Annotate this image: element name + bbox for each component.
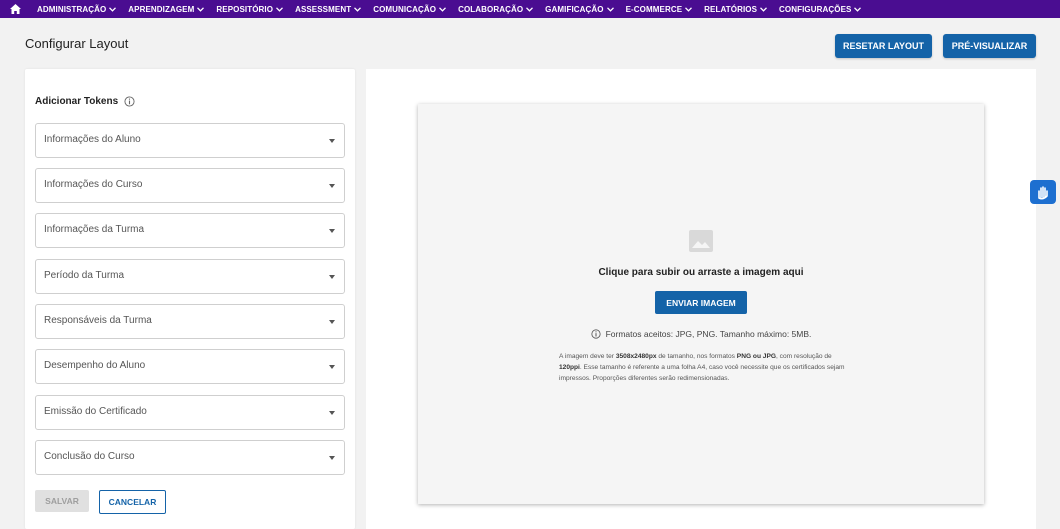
upload-image-button[interactable]: ENVIAR IMAGEM: [655, 291, 747, 314]
image-dropzone[interactable]: Clique para subir ou arraste a imagem aq…: [418, 104, 984, 504]
dropdown-caret-icon: [329, 275, 335, 279]
chevron-down-icon: [439, 6, 447, 12]
dropdown-caret-icon: [329, 365, 335, 369]
home-icon[interactable]: [10, 2, 24, 16]
nav-item-relatorios[interactable]: RELATÓRIOS: [704, 5, 767, 14]
dropdown-caret-icon: [329, 456, 335, 460]
dropzone-title: Clique para subir ou arraste a imagem aq…: [598, 267, 804, 278]
nav-item-assessment[interactable]: ASSESSMENT: [295, 5, 362, 14]
page-title: Configurar Layout: [25, 36, 129, 51]
select-responsaveis-da-turma[interactable]: Responsáveis da Turma: [35, 304, 345, 339]
nav-item-administracao[interactable]: ADMINISTRAÇÃO: [37, 5, 117, 14]
select-informacoes-do-aluno[interactable]: Informações do Aluno: [35, 123, 345, 158]
nav-item-configuracoes[interactable]: CONFIGURAÇÕES: [779, 5, 862, 14]
select-emissao-do-certificado[interactable]: Emissão do Certificado: [35, 395, 345, 430]
reset-layout-button[interactable]: RESETAR LAYOUT: [835, 34, 932, 58]
dropdown-caret-icon: [329, 229, 335, 233]
chevron-down-icon: [606, 6, 614, 12]
info-icon[interactable]: [124, 96, 135, 107]
nav-item-aprendizagem[interactable]: APRENDIZAGEM: [128, 5, 205, 14]
select-conclusao-do-curso[interactable]: Conclusão do Curso: [35, 440, 345, 475]
chevron-down-icon: [354, 6, 362, 12]
preview-panel: Clique para subir ou arraste a imagem aq…: [366, 69, 1036, 529]
chevron-down-icon: [276, 6, 284, 12]
dropdown-caret-icon: [329, 139, 335, 143]
nav-item-comunicacao[interactable]: COMUNICAÇÃO: [373, 5, 447, 14]
chevron-down-icon: [760, 6, 767, 12]
chevron-down-icon: [197, 6, 205, 12]
select-desempenho-do-aluno[interactable]: Desempenho do Aluno: [35, 349, 345, 384]
accepted-formats: Formatos aceitos: JPG, PNG. Tamanho máxi…: [418, 329, 984, 339]
save-button[interactable]: SALVAR: [35, 490, 89, 512]
info-icon: [591, 329, 601, 339]
tokens-title: Adicionar Tokens: [35, 96, 135, 107]
nav-item-colaboracao[interactable]: COLABORAÇÃO: [458, 5, 534, 14]
chevron-down-icon: [685, 6, 693, 12]
chevron-down-icon: [109, 6, 117, 12]
dropdown-caret-icon: [329, 320, 335, 324]
cancel-button[interactable]: CANCELAR: [99, 490, 166, 514]
select-periodo-da-turma[interactable]: Período da Turma: [35, 259, 345, 294]
chevron-down-icon: [854, 6, 862, 12]
image-requirements-note: A imagem deve ter 3508x2480px de tamanho…: [559, 353, 845, 382]
select-informacoes-do-curso[interactable]: Informações do Curso: [35, 168, 345, 203]
nav-item-repositorio[interactable]: REPOSITÓRIO: [216, 5, 284, 14]
tokens-panel: Adicionar Tokens Informações do Aluno In…: [25, 69, 355, 529]
nav-item-e-commerce[interactable]: E-COMMERCE: [626, 5, 693, 14]
nav-item-gamificacao[interactable]: GAMIFICAÇÃO: [545, 5, 614, 14]
image-placeholder-icon: [689, 230, 713, 252]
sign-language-widget-button[interactable]: [1030, 180, 1056, 204]
dropdown-caret-icon: [329, 184, 335, 188]
hand-icon: [1038, 186, 1048, 200]
dropdown-caret-icon: [329, 411, 335, 415]
select-informacoes-da-turma[interactable]: Informações da Turma: [35, 213, 345, 248]
chevron-down-icon: [526, 6, 534, 12]
preview-button[interactable]: PRÉ-VISUALIZAR: [943, 34, 1036, 58]
top-navbar: ADMINISTRAÇÃO APRENDIZAGEM REPOSITÓRIO A…: [0, 0, 1060, 18]
